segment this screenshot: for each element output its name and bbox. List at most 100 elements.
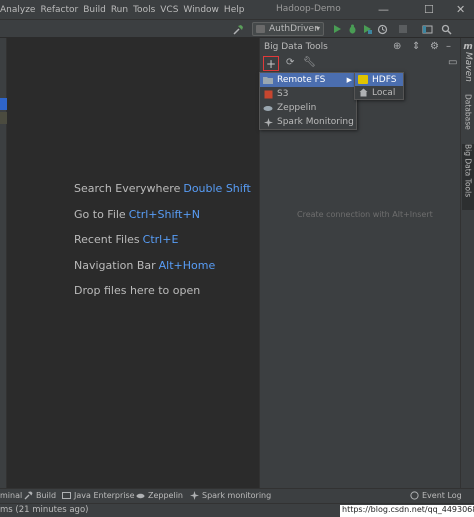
event-log-icon [410, 491, 419, 500]
maximize-button[interactable]: ☐ [424, 3, 434, 16]
add-connection-menu: Remote FS ▶ S3 Zeppelin Spark Monitoring [259, 72, 357, 130]
run-config-select[interactable]: AuthDriver ▾ [252, 22, 324, 36]
debug-icon[interactable] [346, 23, 358, 35]
hint-label: Recent Files [74, 233, 140, 246]
chevron-down-icon: ▾ [315, 24, 320, 33]
tool-label: Event Log [422, 491, 462, 500]
tool-label: Zeppelin [148, 491, 183, 500]
tool-java-enterprise[interactable]: Java Enterprise [62, 491, 135, 500]
spark-icon [263, 117, 273, 127]
java-enterprise-icon [62, 491, 71, 500]
remote-fs-submenu: HDFS Local [354, 72, 404, 100]
panel-header: Big Data Tools ⊕ ⇕ ⚙ – [260, 38, 460, 55]
tab-maven[interactable]: m Maven [462, 42, 474, 82]
window-title: Hadoop-Demo [276, 4, 341, 14]
project-structure-icon[interactable] [421, 23, 433, 35]
menu-vcs[interactable]: VCS [157, 5, 180, 15]
menu-build[interactable]: Build [80, 5, 108, 15]
status-bar: ms (21 minutes ago) https://blog.csdn.ne… [0, 503, 474, 517]
tab-label: Database [463, 94, 473, 130]
submenu-item-label: Local [372, 87, 396, 98]
collapse-icon[interactable]: ⇕ [412, 41, 420, 52]
maven-icon: m [463, 42, 473, 52]
hint-go-to-file: Go to File Ctrl+Shift+N [74, 208, 200, 221]
bottom-tool-bar: minal Build Java Enterprise Zeppelin Spa… [0, 488, 474, 503]
panel-title: Big Data Tools [264, 41, 328, 52]
hammer-icon[interactable] [232, 23, 244, 35]
menu-item-label: Remote FS [277, 75, 326, 85]
refresh-icon[interactable]: ⟳ [286, 57, 294, 68]
hint-shortcut: Alt+Home [158, 259, 216, 272]
globe-icon[interactable]: ⊕ [393, 41, 401, 52]
run-config-label: AuthDriver [269, 24, 318, 34]
status-message: ms (21 minutes ago) [0, 505, 89, 515]
gear-icon[interactable]: ⚙ [430, 41, 439, 52]
chevron-right-icon: ▶ [346, 76, 352, 84]
add-connection-button[interactable]: + [263, 56, 279, 71]
tab-label: Maven [463, 52, 473, 82]
run-config-icon [256, 25, 265, 33]
menu-run[interactable]: Run [108, 5, 130, 15]
zeppelin-icon [263, 104, 273, 113]
menu-analyze[interactable]: Analyze [0, 5, 37, 15]
hint-label: Go to File [74, 208, 126, 221]
tool-label: minal [0, 491, 23, 500]
tab-label: Big Data Tools [463, 144, 473, 198]
coverage-icon[interactable] [361, 23, 373, 35]
submenu-item-label: HDFS [372, 74, 397, 85]
menu-help[interactable]: Help [221, 5, 247, 15]
editor-empty-area[interactable]: Search Everywhere Double Shift Go to File… [7, 38, 259, 488]
left-stripe-tab[interactable] [0, 112, 7, 124]
menu-item-label: Spark Monitoring [277, 117, 354, 127]
submenu-item-hdfs[interactable]: HDFS [355, 73, 403, 86]
menu-bar: Analyze Refactor Build Run Tools VCS Win… [0, 0, 474, 20]
wrench-icon[interactable]: 🔧︎ [303, 57, 316, 68]
hint-recent-files: Recent Files Ctrl+E [74, 233, 178, 246]
tab-big-data-tools[interactable]: Big Data Tools [462, 144, 474, 210]
submenu-item-local[interactable]: Local [355, 86, 403, 99]
tool-label: Build [36, 491, 57, 500]
hint-drop-files: Drop files here to open [74, 284, 200, 297]
stop-icon[interactable] [397, 23, 409, 35]
search-icon[interactable] [440, 23, 452, 35]
hint-shortcut: Double Shift [183, 182, 251, 195]
menu-item-spark-monitoring[interactable]: Spark Monitoring [260, 115, 356, 129]
tab-database[interactable]: Database [462, 94, 474, 140]
menu-window[interactable]: Window [180, 5, 221, 15]
comment-icon[interactable]: ▭ [448, 57, 457, 68]
tool-build[interactable]: Build [24, 491, 56, 500]
hammer-icon [24, 491, 33, 500]
hide-panel-icon[interactable]: – [446, 41, 451, 52]
tool-event-log[interactable]: Event Log [410, 491, 462, 500]
tool-label: Java Enterprise [74, 491, 135, 500]
hint-shortcut: Ctrl+Shift+N [128, 208, 200, 221]
left-stripe-selected-tab[interactable] [0, 98, 7, 110]
tool-terminal[interactable]: minal [0, 491, 22, 500]
run-icon[interactable] [331, 23, 343, 35]
hint-label: Search Everywhere [74, 182, 181, 195]
minimize-button[interactable]: — [378, 3, 389, 16]
zeppelin-icon [136, 491, 145, 500]
watermark-url: https://blog.csdn.net/qq_44930688 [340, 505, 474, 517]
hint-shortcut: Ctrl+E [142, 233, 179, 246]
left-tool-stripe [0, 38, 7, 488]
menu-item-label: S3 [277, 89, 289, 99]
menu-item-remote-fs[interactable]: Remote FS ▶ [260, 73, 356, 87]
profile-icon[interactable] [376, 23, 388, 35]
menu-item-s3[interactable]: S3 [260, 87, 356, 101]
home-icon [358, 88, 368, 97]
menu-item-zeppelin[interactable]: Zeppelin [260, 101, 356, 115]
menu-item-label: Zeppelin [277, 103, 317, 113]
tool-zeppelin[interactable]: Zeppelin [136, 491, 183, 500]
empty-state-message: Create connection with Alt+Insert [297, 210, 433, 219]
tool-spark-monitoring[interactable]: Spark monitoring [190, 491, 271, 500]
main-toolbar: AuthDriver ▾ [0, 20, 474, 38]
close-window-button[interactable]: ✕ [456, 3, 465, 16]
menu-refactor[interactable]: Refactor [37, 5, 80, 15]
right-tool-stripe: m Maven Database Big Data Tools [460, 38, 474, 488]
hint-label: Drop files here to open [74, 284, 201, 297]
s3-icon [263, 90, 273, 99]
menu-tools[interactable]: Tools [130, 5, 157, 15]
spark-icon [190, 491, 199, 500]
tool-label: Spark monitoring [202, 491, 272, 500]
